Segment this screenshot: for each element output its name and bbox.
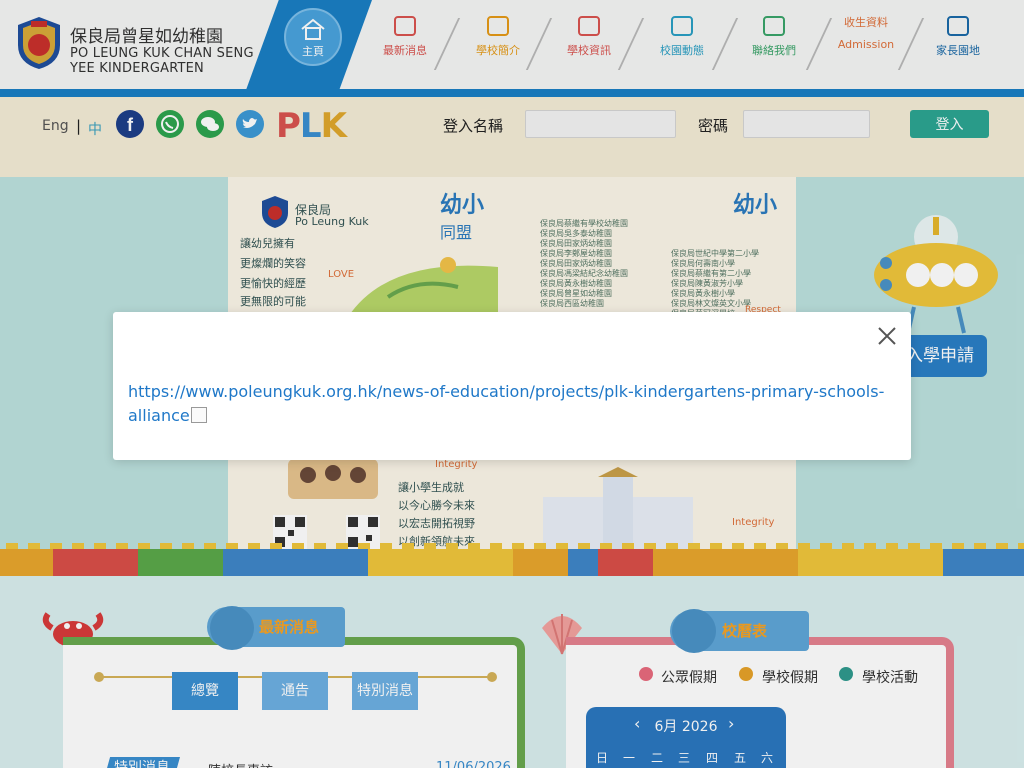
close-icon[interactable]: [876, 325, 898, 347]
alliance-link[interactable]: https://www.poleungkuk.org.hk/news-of-ed…: [128, 380, 888, 428]
broken-image-icon: [190, 406, 207, 423]
link-modal: https://www.poleungkuk.org.hk/news-of-ed…: [113, 312, 911, 460]
alliance-link-text: https://www.poleungkuk.org.hk/news-of-ed…: [128, 382, 885, 425]
